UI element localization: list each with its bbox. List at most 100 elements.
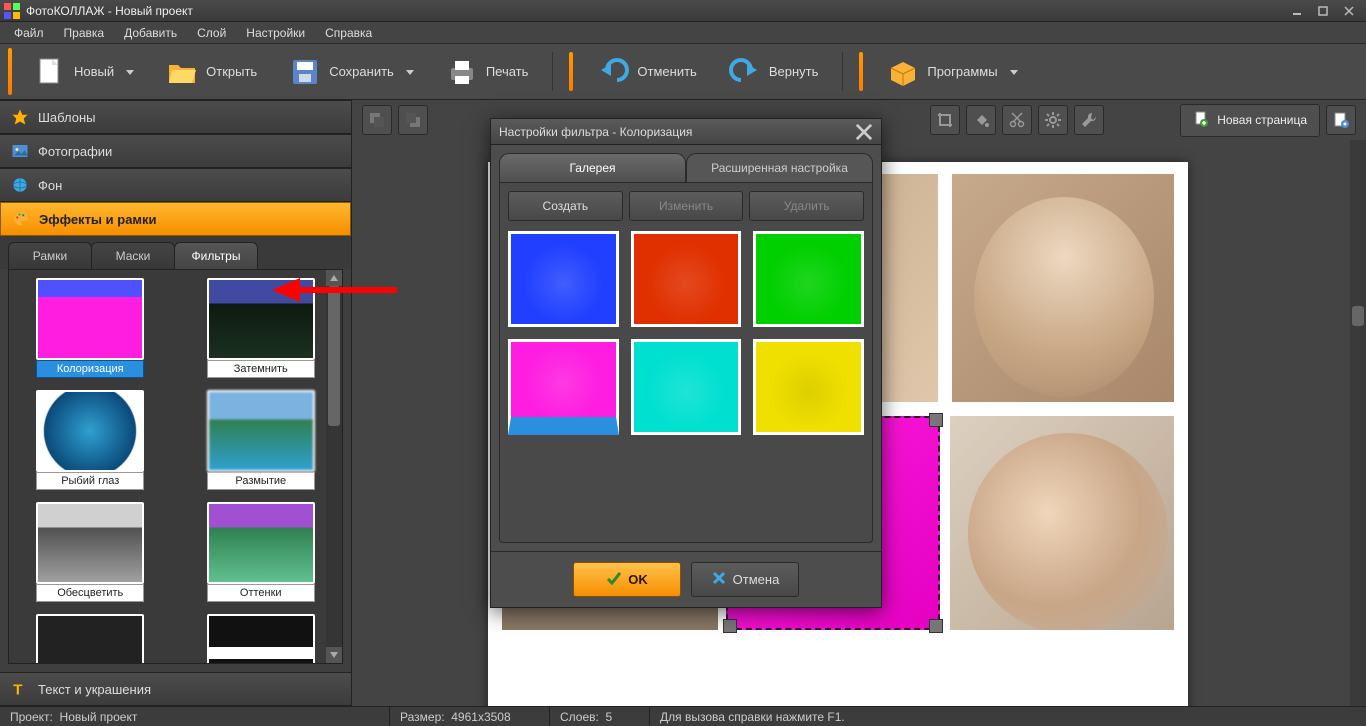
photo-slot-5[interactable] <box>950 416 1174 630</box>
title-bar: ФотоКОЛЛАЖ - Новый проект <box>0 0 1366 22</box>
menu-bar: Файл Правка Добавить Слой Настройки Спра… <box>0 22 1366 44</box>
status-help: Для вызова справки нажмите F1. <box>650 707 1366 726</box>
filter-hues[interactable]: Оттенки <box>188 502 335 602</box>
sidebar-item-templates[interactable]: Шаблоны <box>0 100 351 134</box>
open-button[interactable]: Открыть <box>156 48 267 95</box>
box-icon <box>887 56 919 88</box>
filter-fisheye[interactable]: Рыбий глаз <box>17 390 164 490</box>
filter-colorize[interactable]: Колоризация <box>17 278 164 378</box>
preset-cyan[interactable] <box>631 339 742 435</box>
tool-crop[interactable] <box>930 105 960 135</box>
scroll-up-icon[interactable] <box>326 270 342 286</box>
filter-blur[interactable]: Размытие <box>188 390 335 490</box>
save-button[interactable]: Сохранить <box>279 48 424 95</box>
star-icon <box>10 107 30 127</box>
canvas-scrollbar[interactable] <box>1350 140 1366 706</box>
tool-bring-front[interactable] <box>398 105 428 135</box>
sidebar-item-text[interactable]: T Текст и украшения <box>0 672 351 706</box>
app-icon <box>4 3 20 19</box>
menu-file[interactable]: Файл <box>6 23 52 43</box>
preset-edit-button[interactable]: Изменить <box>629 191 744 221</box>
status-bar: Проект: Новый проект Размер: 4961x3508 С… <box>0 706 1366 726</box>
print-button[interactable]: Печать <box>436 48 539 95</box>
preset-red[interactable] <box>631 231 742 327</box>
dialog-close-button[interactable] <box>855 123 873 141</box>
preset-yellow[interactable] <box>753 339 864 435</box>
tab-masks[interactable]: Маски <box>91 242 175 269</box>
filter-settings-dialog: Настройки фильтра - Колоризация Галерея … <box>490 118 882 608</box>
filter-extra[interactable] <box>17 614 164 664</box>
tool-settings[interactable] <box>1038 105 1068 135</box>
new-button[interactable]: Новый <box>24 48 144 95</box>
effects-subtabs: Рамки Маски Фильтры <box>0 236 351 269</box>
maximize-button[interactable] <box>1310 2 1336 20</box>
tool-fill[interactable] <box>966 105 996 135</box>
sidebar-item-effects[interactable]: Эффекты и рамки <box>0 202 351 236</box>
resize-handle[interactable] <box>723 619 737 633</box>
preset-delete-button[interactable]: Удалить <box>749 191 864 221</box>
scroll-thumb[interactable] <box>1352 306 1364 326</box>
tool-page-settings[interactable] <box>1326 105 1356 135</box>
page-add-icon <box>1193 111 1209 130</box>
undo-button[interactable]: Отменить <box>587 48 706 95</box>
tool-cut[interactable] <box>1002 105 1032 135</box>
file-new-icon <box>34 56 66 88</box>
status-size: Размер: 4961x3508 <box>390 707 550 726</box>
menu-settings[interactable]: Настройки <box>238 23 313 43</box>
save-icon <box>289 56 321 88</box>
filter-darken[interactable]: Затемнить <box>188 278 335 378</box>
chevron-down-icon <box>406 65 414 79</box>
filters-scrollbar[interactable] <box>326 270 342 663</box>
preset-green[interactable] <box>753 231 864 327</box>
photo-icon <box>10 141 30 161</box>
programs-button[interactable]: Программы <box>877 48 1027 95</box>
check-icon <box>606 570 622 589</box>
status-layers: Слоев: 5 <box>550 707 650 726</box>
palette-icon <box>11 209 31 229</box>
dialog-ok-button[interactable]: OK <box>573 562 681 597</box>
sidebar-item-photos[interactable]: Фотографии <box>0 134 351 168</box>
chevron-down-icon <box>126 65 134 79</box>
menu-edit[interactable]: Правка <box>56 23 113 43</box>
minimize-button[interactable] <box>1284 2 1310 20</box>
window-title: ФотоКОЛЛАЖ - Новый проект <box>26 4 193 18</box>
close-button[interactable] <box>1336 2 1362 20</box>
globe-icon <box>10 175 30 195</box>
preset-blue[interactable] <box>508 231 619 327</box>
undo-icon <box>597 56 629 88</box>
preset-create-button[interactable]: Создать <box>508 191 623 221</box>
toolbar-accent <box>569 52 573 91</box>
menu-add[interactable]: Добавить <box>116 23 185 43</box>
toolbar-accent <box>8 48 12 95</box>
svg-text:T: T <box>13 681 22 698</box>
redo-button[interactable]: Вернуть <box>719 48 829 95</box>
scroll-thumb[interactable] <box>328 286 340 426</box>
toolbar-accent <box>859 52 863 91</box>
dialog-cancel-button[interactable]: Отмена <box>691 562 799 597</box>
text-icon: T <box>10 679 30 699</box>
menu-help[interactable]: Справка <box>317 23 380 43</box>
printer-icon <box>446 56 478 88</box>
status-project: Проект: Новый проект <box>0 707 390 726</box>
dialog-titlebar[interactable]: Настройки фильтра - Колоризация <box>491 119 881 145</box>
new-page-button[interactable]: Новая страница <box>1180 104 1320 137</box>
redo-icon <box>729 56 761 88</box>
sidebar-item-background[interactable]: Фон <box>0 168 351 202</box>
cancel-icon <box>711 570 727 589</box>
tab-filters[interactable]: Фильтры <box>174 242 258 269</box>
dialog-tab-advanced[interactable]: Расширенная настройка <box>686 153 873 182</box>
tab-frames[interactable]: Рамки <box>8 242 92 269</box>
tool-wrench[interactable] <box>1074 105 1104 135</box>
tool-send-back[interactable] <box>362 105 392 135</box>
filter-extra[interactable] <box>188 614 335 664</box>
resize-handle[interactable] <box>929 619 943 633</box>
menu-layer[interactable]: Слой <box>189 23 234 43</box>
photo-slot-2[interactable] <box>952 174 1174 402</box>
dialog-title-text: Настройки фильтра - Колоризация <box>499 125 692 139</box>
dialog-tab-gallery[interactable]: Галерея <box>499 153 686 182</box>
filter-desaturate[interactable]: Обесцветить <box>17 502 164 602</box>
left-sidebar: Шаблоны Фотографии Фон Эффекты и рамки Р… <box>0 100 352 706</box>
resize-handle[interactable] <box>929 413 943 427</box>
scroll-down-icon[interactable] <box>326 647 342 663</box>
preset-magenta[interactable] <box>508 339 619 435</box>
